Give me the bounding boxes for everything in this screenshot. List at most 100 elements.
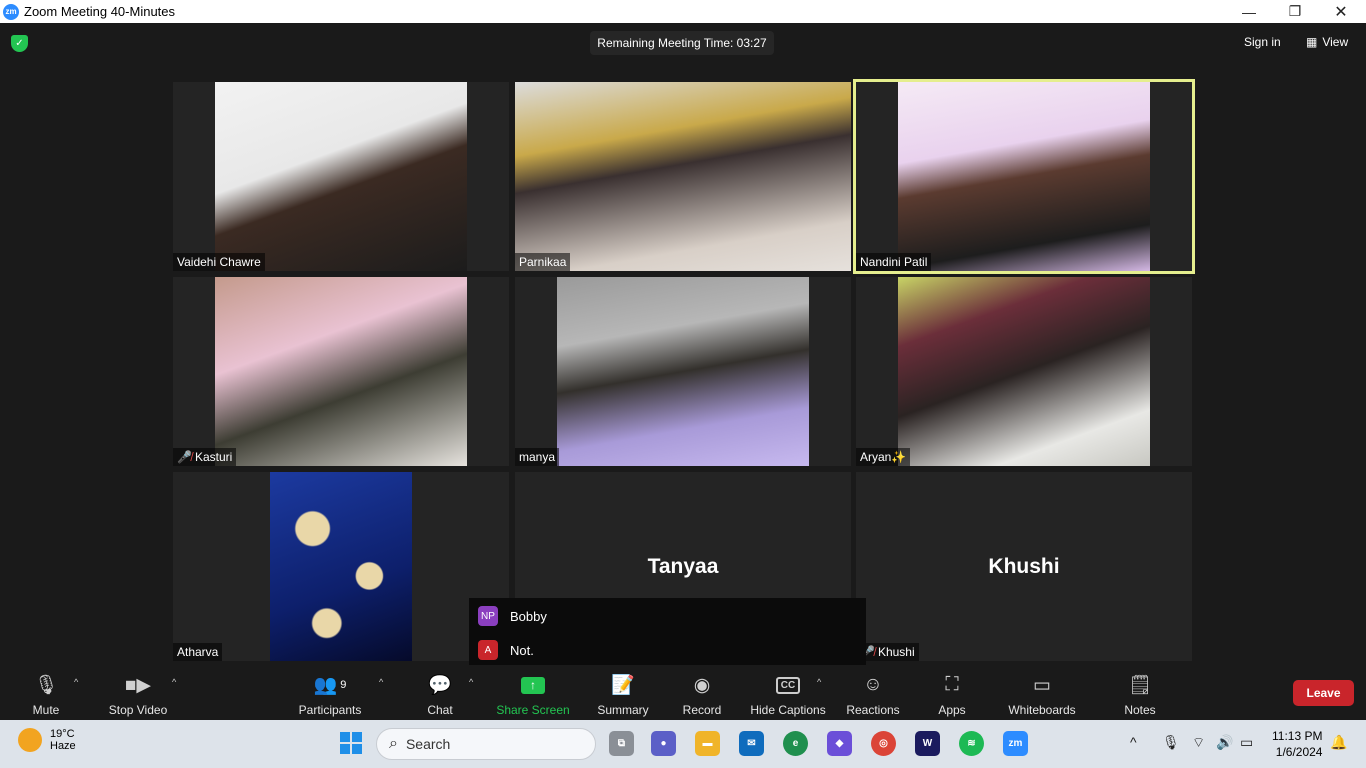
mute-label: Mute [32,703,60,717]
whiteboards-button[interactable]: ▭ Whiteboards [1006,673,1078,718]
whiteboard-icon: ▭ [1033,674,1051,696]
file-explorer-icon[interactable]: ▬ [695,731,720,756]
zoom-logo-icon: zm [3,3,19,20]
muted-mic-icon: 🎤̸ [177,450,192,464]
leave-button[interactable]: Leave [1293,680,1354,706]
window-titlebar: zm Zoom Meeting 40-Minutes — ❐ ✕ [0,0,1366,23]
chat-options-caret[interactable]: ^ [469,677,473,687]
view-label: View [1322,35,1349,49]
search-placeholder: Search [405,736,451,752]
notes-button[interactable]: 🗒 Notes [1122,673,1158,717]
encryption-shield-icon[interactable]: ✓ [11,35,28,52]
video-tile-active-speaker[interactable]: Nandini Patil [853,79,1195,274]
wifi-icon[interactable]: ⌔ [1192,734,1205,752]
participant-video [215,82,467,271]
closed-captions-icon: CC [775,673,801,697]
show-hidden-icons-chevron-icon[interactable]: ^ [1130,734,1137,750]
participant-name: Atharva [177,645,219,659]
video-camera-icon: ■▶ [124,674,152,696]
participant-name: Aryan✨ [860,450,907,464]
participant-name-tag: Vaidehi Chawre [173,253,265,271]
copilot-icon[interactable]: ◆ [827,731,852,756]
hide-captions-button[interactable]: CC Hide Captions [750,673,826,717]
weather-widget[interactable]: 19°C Haze [18,728,76,752]
chat-bubble-icon: 💬 [428,675,452,696]
participant-name-tag: Nandini Patil [856,253,932,271]
video-tile[interactable]: 🎤̸ Kasturi [173,277,509,466]
chat-button[interactable]: 💬 Chat [422,673,458,717]
temperature: 19°C [50,728,75,740]
start-button-windows-icon[interactable] [340,732,362,754]
window-title: Zoom Meeting 40-Minutes [24,4,176,19]
share-screen-icon: ↑ [521,673,545,697]
video-tile[interactable]: Vaidehi Chawre [173,82,509,271]
view-button[interactable]: ▦ View [1300,32,1354,52]
microphone-tray-icon[interactable]: 🎙 [1162,734,1180,751]
stop-video-label: Stop Video [108,703,168,717]
apps-button[interactable]: ⛶ Apps [936,673,968,717]
participant-name: manya [519,450,556,464]
video-tile[interactable]: Atharva [173,472,509,661]
participant-name-tag: Parnikaa [515,253,571,271]
battery-icon[interactable]: ▭ [1240,734,1253,751]
participant-display-name: Khushi [988,554,1060,578]
mute-button[interactable]: 🎙 Mute [28,673,64,717]
record-icon: ◉ [693,674,711,696]
participant-video [898,277,1150,466]
meeting-topbar: ✓ Remaining Meeting Time: 03:27 Sign in … [0,23,1366,63]
participant-name-tag: Atharva [173,643,223,661]
video-tile[interactable]: manya [515,277,851,466]
volume-icon[interactable]: 🔊 [1216,734,1233,751]
chrome-browser-icon[interactable]: ◎ [871,731,896,756]
participant-name: Vaidehi Chawre [177,255,261,269]
popup-row[interactable]: NP Bobby [478,605,547,627]
share-screen-label: Share Screen [496,703,570,717]
apps-icon: ⛶ [945,674,959,695]
participant-name: Nandini Patil [860,255,928,269]
video-options-caret[interactable]: ^ [172,677,176,687]
avatar: A [478,640,498,660]
participants-button[interactable]: 👥 9 Participants [298,673,362,717]
share-screen-button[interactable]: ↑ Share Screen [496,673,570,717]
reactions-button[interactable]: ☺ Reactions [846,673,900,717]
task-view-icon[interactable]: ⧉ [609,731,634,756]
spotify-icon[interactable]: ≋ [959,731,984,756]
video-tile[interactable]: Parnikaa [515,82,851,271]
zoom-app-icon[interactable]: zm [1003,731,1028,756]
participants-options-caret[interactable]: ^ [379,677,383,687]
participant-popup: NP Bobby A Not. [469,598,866,666]
close-button[interactable]: ✕ [1318,0,1364,23]
participant-name: Kasturi [194,450,233,464]
notes-icon: 🗒 [1127,675,1153,696]
popup-row[interactable]: A Not. [478,639,534,661]
chat-app-icon[interactable]: ● [651,731,676,756]
smiley-plus-icon: ☺ [863,674,883,695]
webex-icon[interactable]: W [915,731,940,756]
video-tile[interactable]: Aryan✨ [856,277,1192,466]
captions-options-caret[interactable]: ^ [817,677,821,687]
whiteboards-label: Whiteboards [1008,703,1076,717]
participants-label: Participants [298,703,362,717]
participant-name: Parnikaa [519,255,567,269]
taskbar-search[interactable]: ⌕ Search [376,728,596,760]
video-tile-no-video[interactable]: Khushi 🎤̸ Khushi [856,472,1192,661]
audio-options-caret[interactable]: ^ [74,677,78,687]
notification-bell-icon[interactable]: 🔔 [1330,734,1347,751]
edge-browser-icon[interactable]: e [783,731,808,756]
avatar: NP [478,606,498,626]
grid-icon: ▦ [1306,35,1318,49]
sign-in-button[interactable]: Sign in [1236,32,1289,52]
system-clock[interactable]: 11:13 PM 1/6/2024 [1272,728,1322,760]
participant-video [270,472,412,661]
participant-video [515,82,851,271]
record-label: Record [682,703,722,717]
maximize-button[interactable]: ❐ [1272,0,1318,23]
reactions-label: Reactions [846,703,900,717]
minimize-button[interactable]: — [1226,0,1272,23]
stop-video-button[interactable]: ■▶ Stop Video [106,673,170,718]
participants-count: 9 [340,679,347,691]
record-button[interactable]: ◉ Record [682,673,722,718]
windows-taskbar: 19°C Haze ⌕ Search ⧉ ● ▬ ✉ e ◆ ◎ W ≋ zm … [0,720,1366,768]
summary-button[interactable]: 📝 Summary [596,673,650,717]
mail-icon[interactable]: ✉ [739,731,764,756]
